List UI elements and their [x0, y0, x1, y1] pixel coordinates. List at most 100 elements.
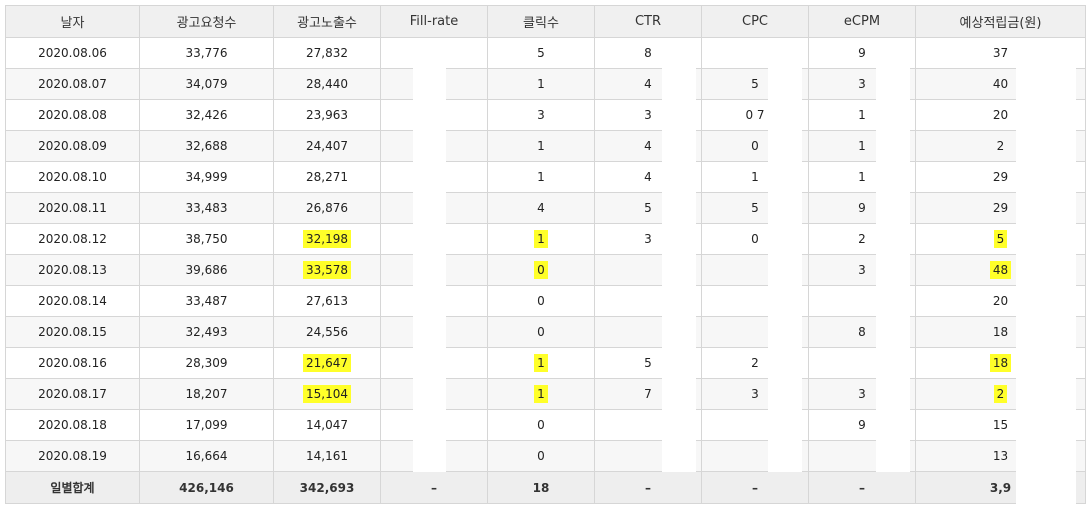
- cell-date: 2020.08.17: [5, 378, 140, 410]
- table-row: 2020.08.1433,48727,6136020: [5, 285, 1086, 317]
- cell-impressions: 28,440: [273, 68, 381, 100]
- table-row: 2020.08.1339,68633,57810348: [5, 254, 1086, 286]
- cell-requests: 32,493: [139, 316, 274, 348]
- cell-clicks: 0: [487, 285, 595, 317]
- highlight-marker: 18: [989, 354, 1012, 372]
- cell-impressions: 15,104: [273, 378, 381, 410]
- table-row: 2020.08.0832,42623,9633330 7120: [5, 99, 1086, 131]
- cell-clicks: 4: [487, 192, 595, 224]
- totals-requests: 426,146: [139, 471, 274, 504]
- highlight-marker: 48: [989, 261, 1012, 279]
- cell-clicks: 1: [487, 378, 595, 410]
- cell-impressions: 26,876: [273, 192, 381, 224]
- cell-clicks: 5: [487, 37, 595, 69]
- redaction-strip: [662, 38, 696, 472]
- cell-impressions: 23,963: [273, 99, 381, 131]
- cell-impressions: 33,578: [273, 254, 381, 286]
- totals-ecpm: –: [808, 471, 916, 504]
- column-header-date: 날자: [5, 5, 140, 38]
- totals-impressions: 342,693: [273, 471, 381, 504]
- cell-requests: 33,487: [139, 285, 274, 317]
- cell-date: 2020.08.16: [5, 347, 140, 379]
- cell-requests: 16,664: [139, 440, 274, 472]
- cell-clicks: 0: [487, 316, 595, 348]
- table-row: 2020.08.1034,99928,2718141129: [5, 161, 1086, 193]
- highlight-marker: 1: [534, 385, 548, 403]
- cell-requests: 17,099: [139, 409, 274, 441]
- highlight-marker: 0: [534, 261, 548, 279]
- cell-requests: 34,999: [139, 161, 274, 193]
- highlight-marker: 5: [993, 230, 1008, 248]
- cell-clicks: 1: [487, 68, 595, 100]
- cell-impressions: 21,647: [273, 347, 381, 379]
- cell-requests: 32,426: [139, 99, 274, 131]
- cell-date: 2020.08.11: [5, 192, 140, 224]
- redaction-strip: [413, 38, 446, 472]
- highlight-marker: 15,104: [303, 385, 351, 403]
- cell-impressions: 24,407: [273, 130, 381, 162]
- cell-clicks: 1: [487, 161, 595, 193]
- cell-impressions: 27,613: [273, 285, 381, 317]
- table-row: 2020.08.1916,66414,1618013: [5, 440, 1086, 472]
- cell-date: 2020.08.07: [5, 68, 140, 100]
- cell-requests: 39,686: [139, 254, 274, 286]
- highlight-marker: 21,647: [303, 354, 351, 372]
- cell-requests: 32,688: [139, 130, 274, 162]
- cell-clicks: 1: [487, 223, 595, 255]
- table-row: 2020.08.1628,30921,647715218: [5, 347, 1086, 379]
- table-row: 2020.08.1133,48326,8767455929: [5, 192, 1086, 224]
- redaction-strip: [1016, 38, 1076, 504]
- cell-date: 2020.08.10: [5, 161, 140, 193]
- table-row: 2020.08.1817,09914,04750915: [5, 409, 1086, 441]
- cell-clicks: 3: [487, 99, 595, 131]
- cell-date: 2020.08.08: [5, 99, 140, 131]
- cell-clicks: 0: [487, 254, 595, 286]
- column-header-ctr: CTR: [594, 5, 702, 38]
- cell-date: 2020.08.15: [5, 316, 140, 348]
- cell-requests: 38,750: [139, 223, 274, 255]
- table-row: 2020.08.0932,68824,407714012: [5, 130, 1086, 162]
- cell-impressions: 32,198: [273, 223, 381, 255]
- cell-date: 2020.08.12: [5, 223, 140, 255]
- cell-date: 2020.08.14: [5, 285, 140, 317]
- totals-label: 일별합계: [5, 471, 140, 504]
- totals-clicks: 18: [487, 471, 595, 504]
- cell-requests: 33,776: [139, 37, 274, 69]
- highlight-marker: 32,198: [303, 230, 351, 248]
- column-header-earnings: 예상적립금(원): [915, 5, 1086, 38]
- highlight-marker: 33,578: [303, 261, 351, 279]
- daily-stats-table: 날자 광고요청수 광고노출수 Fill-rate 클릭수 CTR CPC eCP…: [5, 5, 1086, 504]
- cell-impressions: 14,047: [273, 409, 381, 441]
- cell-clicks: 0: [487, 409, 595, 441]
- column-header-ecpm: eCPM: [808, 5, 916, 38]
- cell-clicks: 0: [487, 440, 595, 472]
- cell-date: 2020.08.13: [5, 254, 140, 286]
- redaction-strip: [768, 38, 802, 472]
- cell-requests: 28,309: [139, 347, 274, 379]
- totals-ctr: –: [594, 471, 702, 504]
- cell-date: 2020.08.19: [5, 440, 140, 472]
- cell-date: 2020.08.09: [5, 130, 140, 162]
- cell-requests: 33,483: [139, 192, 274, 224]
- cell-requests: 34,079: [139, 68, 274, 100]
- totals-fill-rate: –: [380, 471, 488, 504]
- table-row: 2020.08.1718,20715,104617332: [5, 378, 1086, 410]
- table-row: 2020.08.1238,75032,198913025: [5, 223, 1086, 255]
- column-header-impressions: 광고노출수: [273, 5, 381, 38]
- column-header-fill-rate: Fill-rate: [380, 5, 488, 38]
- highlight-marker: 2: [993, 385, 1008, 403]
- cell-clicks: 1: [487, 130, 595, 162]
- header-row: 날자 광고요청수 광고노출수 Fill-rate 클릭수 CTR CPC eCP…: [5, 5, 1086, 38]
- cell-impressions: 14,161: [273, 440, 381, 472]
- cell-clicks: 1: [487, 347, 595, 379]
- column-header-clicks: 클릭수: [487, 5, 595, 38]
- totals-cpc: –: [701, 471, 809, 504]
- table-body: 2020.08.0633,77627,8324589372020.08.0734…: [5, 37, 1086, 472]
- cell-date: 2020.08.18: [5, 409, 140, 441]
- cell-impressions: 24,556: [273, 316, 381, 348]
- column-header-cpc: CPC: [701, 5, 809, 38]
- highlight-marker: 1: [534, 354, 548, 372]
- table-row: 2020.08.0633,77627,832458937: [5, 37, 1086, 69]
- totals-row: 일별합계 426,146 342,693 – 18 – – – 3,9: [5, 471, 1086, 504]
- cell-date: 2020.08.06: [5, 37, 140, 69]
